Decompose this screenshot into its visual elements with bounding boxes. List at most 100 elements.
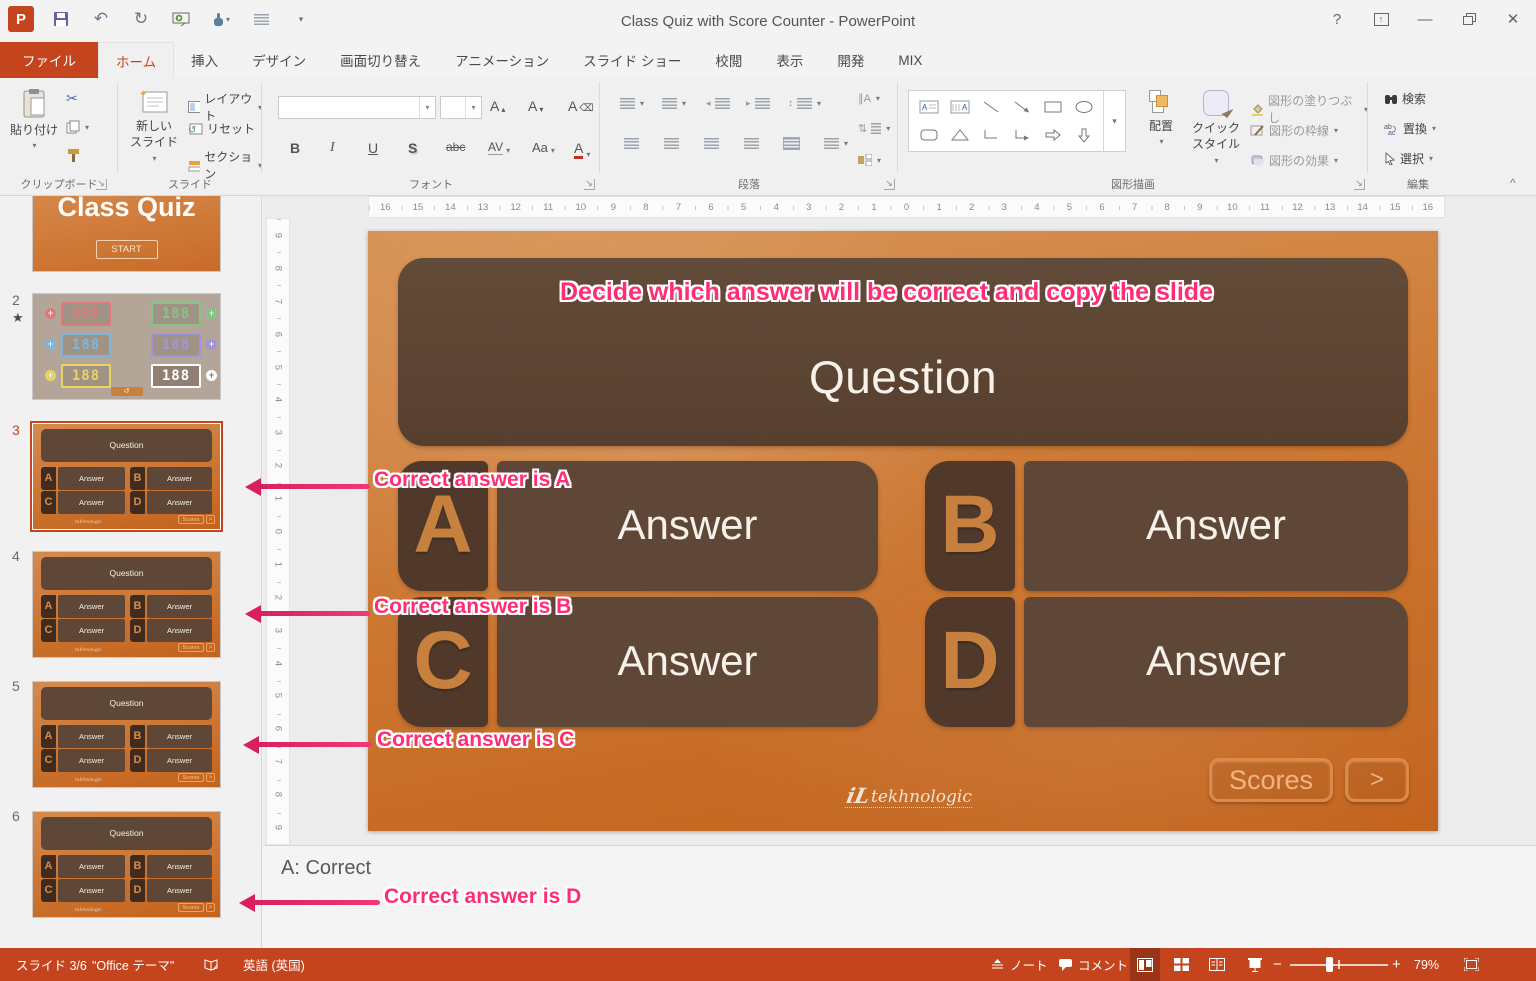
notes-pane[interactable]: A: Correct [263, 845, 1536, 948]
arrange-button[interactable]: 配置 ▾ [1138, 90, 1184, 146]
tab-transitions[interactable]: 画面切り替え [323, 42, 438, 78]
shape-elbow-arrow-connector-icon[interactable] [1006, 121, 1037, 149]
view-slide-sorter-button[interactable] [1166, 948, 1196, 981]
quick-styles-button[interactable]: クイック スタイル ▾ [1190, 90, 1242, 166]
shape-outline-button[interactable]: 図形の枠線 ▾ [1250, 122, 1338, 139]
tab-file[interactable]: ファイル [0, 42, 98, 78]
language-indicator[interactable]: 英語 (英国) [243, 948, 305, 981]
collapse-ribbon-button[interactable]: ^ [1510, 176, 1516, 190]
font-color-button[interactable]: A ▾ [574, 140, 590, 159]
help-button[interactable]: ? [1320, 6, 1354, 32]
strikethrough-button[interactable]: abc [446, 140, 465, 154]
view-slideshow-button[interactable] [1240, 948, 1270, 981]
shape-vertical-textbox-icon[interactable]: A [944, 93, 975, 121]
slide-number-indicator[interactable]: スライド 3/6 [16, 948, 87, 981]
tab-animations[interactable]: アニメーション [438, 42, 566, 78]
font-name-combobox[interactable]: ▾ [278, 96, 436, 119]
thumbnail-slide-2[interactable]: 188 188 188 188 188 188 + + + + + + ↺ [33, 294, 220, 399]
copy-button[interactable]: ▾ [66, 120, 89, 134]
answer-a-text[interactable]: Answer [497, 461, 878, 591]
increase-indent-button[interactable]: ▸ [746, 98, 770, 109]
shapes-gallery-more-icon[interactable]: ▾ [1103, 91, 1125, 151]
character-spacing-button[interactable]: AV ▾ [488, 140, 510, 155]
tab-mix[interactable]: MIX [881, 42, 939, 78]
thumbnail-slide-3[interactable]: Question A Answer B Answer C Answer D Answer… [33, 424, 220, 529]
comments-toggle[interactable]: コメント [1058, 948, 1128, 981]
convert-smartart-button[interactable]: ▾ [858, 154, 881, 166]
answer-d-text[interactable]: Answer [1024, 597, 1408, 727]
clipboard-dialog-launcher[interactable]: ↘ [96, 179, 107, 190]
italic-button[interactable]: I [330, 140, 335, 156]
scores-button[interactable]: Scores [1209, 758, 1333, 802]
close-button[interactable]: ✕ [1496, 6, 1530, 32]
decrease-indent-button[interactable]: ◂ [706, 98, 730, 109]
tab-review[interactable]: 校閲 [698, 42, 759, 78]
tab-view[interactable]: 表示 [759, 42, 820, 78]
answer-d-letter[interactable]: D [925, 597, 1015, 727]
next-button[interactable]: > [1345, 758, 1409, 802]
columns-button[interactable]: ▾ [824, 138, 848, 149]
zoom-out-button[interactable]: − [1273, 948, 1282, 981]
numbering-button[interactable]: ▾ [662, 98, 686, 109]
thumbnail-slide-5[interactable]: Question A Answer B Answer C Answer D Answer… [33, 682, 220, 787]
answer-a-letter[interactable]: A [398, 461, 488, 591]
shape-textbox-icon[interactable]: A [913, 93, 944, 121]
shape-rectangle-icon[interactable] [1037, 93, 1068, 121]
tab-home[interactable]: ホーム [98, 42, 175, 78]
question-box[interactable]: Question [398, 258, 1408, 446]
question-text[interactable]: Question [398, 350, 1408, 404]
shape-line-icon[interactable] [975, 93, 1006, 121]
answer-c[interactable]: C Answer [398, 597, 878, 727]
shape-elbow-connector-icon[interactable] [975, 121, 1006, 149]
find-button[interactable]: 検索 [1384, 90, 1426, 107]
zoom-in-button[interactable]: + [1392, 948, 1401, 981]
align-text-button[interactable]: ⇅ ▾ [858, 122, 890, 135]
answer-b[interactable]: B Answer [925, 461, 1408, 591]
tab-slideshow[interactable]: スライド ショー [566, 42, 698, 78]
text-direction-button[interactable]: ∥A ▾ [858, 92, 880, 105]
ribbon-display-options-button[interactable]: ↑ [1364, 6, 1398, 32]
align-right-button[interactable] [704, 138, 719, 149]
shape-down-arrow-icon[interactable] [1068, 121, 1099, 149]
tab-insert[interactable]: 挿入 [174, 42, 235, 78]
format-painter-button[interactable] [66, 148, 81, 163]
restore-button[interactable] [1452, 6, 1486, 32]
shape-rounded-rectangle-icon[interactable] [913, 121, 944, 149]
answer-c-text[interactable]: Answer [497, 597, 878, 727]
shape-arrow-icon[interactable] [1006, 93, 1037, 121]
clear-formatting-button[interactable]: A ⌫ [568, 98, 593, 114]
slide-editing-area[interactable]: Question A Answer B Answer C Answer D An… [368, 231, 1438, 831]
bold-button[interactable]: B [290, 140, 300, 156]
view-reading-button[interactable] [1202, 948, 1232, 981]
notes-text[interactable]: A: Correct [281, 857, 371, 880]
align-left-button[interactable] [624, 138, 639, 149]
shape-right-arrow-icon[interactable] [1037, 121, 1068, 149]
shape-effects-button[interactable]: 図形の効果 ▾ [1250, 152, 1338, 169]
answer-d[interactable]: D Answer [925, 597, 1408, 727]
replace-button[interactable]: ab ac 置換 ▾ [1384, 120, 1436, 137]
zoom-slider-handle[interactable] [1326, 957, 1333, 972]
reset-button[interactable]: ↺ リセット [188, 120, 255, 137]
notes-toggle[interactable]: ノート [990, 948, 1048, 981]
answer-c-letter[interactable]: C [398, 597, 488, 727]
shape-triangle-icon[interactable] [944, 121, 975, 149]
thumbnail-slide-1[interactable]: Class Quiz START [33, 196, 220, 271]
select-button[interactable]: 選択 ▾ [1384, 150, 1433, 167]
thumbnail-slide-4[interactable]: Question A Answer B Answer C Answer D Answer… [33, 552, 220, 657]
line-spacing-button[interactable]: ↕ ▾ [788, 98, 821, 109]
text-shadow-button[interactable]: S [408, 140, 417, 156]
paragraph-dialog-launcher[interactable]: ↘ [884, 179, 895, 190]
cut-button[interactable]: ✂ [66, 90, 78, 107]
distribute-button[interactable] [783, 137, 800, 150]
theme-indicator[interactable]: "Office テーマ" [92, 948, 174, 981]
zoom-level[interactable]: 79% [1414, 948, 1439, 981]
shape-oval-icon[interactable] [1068, 93, 1099, 121]
minimize-button[interactable]: — [1408, 6, 1442, 32]
drawing-dialog-launcher[interactable]: ↘ [1354, 179, 1365, 190]
font-size-combobox[interactable]: ▾ [440, 96, 482, 119]
change-case-button[interactable]: Aa ▾ [532, 140, 555, 155]
tab-design[interactable]: デザイン [235, 42, 323, 78]
grow-font-button[interactable]: A ▴ [490, 98, 505, 114]
paste-button[interactable]: 貼り付け ▾ [10, 88, 58, 150]
align-center-button[interactable] [664, 138, 679, 149]
